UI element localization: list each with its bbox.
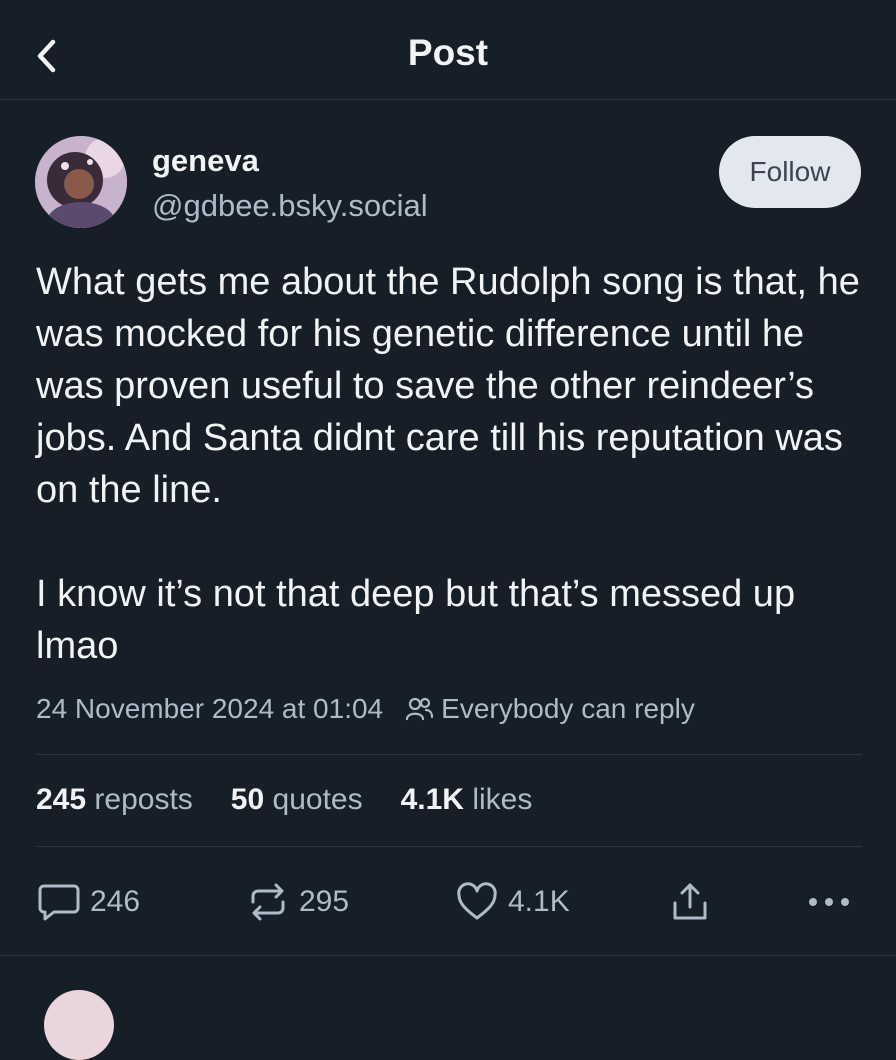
post-meta: 24 November 2024 at 01:04 Everybody can … bbox=[36, 693, 695, 725]
post-paragraph: I know it’s not that deep but that’s mes… bbox=[36, 573, 796, 667]
share-icon bbox=[673, 883, 707, 920]
divider bbox=[36, 754, 862, 755]
people-icon bbox=[405, 696, 434, 722]
likes-stat[interactable]: 4.1K likes bbox=[401, 783, 533, 817]
avatar-image bbox=[35, 136, 127, 228]
like-count: 4.1K bbox=[508, 885, 570, 918]
author-handle[interactable]: @gdbee.bsky.social bbox=[152, 188, 428, 224]
more-button[interactable] bbox=[807, 876, 851, 928]
page-title: Post bbox=[407, 32, 489, 73]
reply-icon bbox=[38, 884, 80, 921]
reply-setting[interactable]: Everybody can reply bbox=[441, 693, 695, 725]
more-icon bbox=[809, 898, 849, 906]
reposts-stat[interactable]: 245 reposts bbox=[36, 783, 193, 817]
author-display-name[interactable]: geneva bbox=[152, 143, 259, 179]
like-button[interactable]: 4.1K bbox=[456, 876, 570, 928]
post-paragraph: What gets me about the Rudolph song is t… bbox=[36, 261, 860, 511]
engagement-stats: 245 reposts 50 quotes 4.1K likes bbox=[36, 783, 570, 817]
like-icon bbox=[457, 882, 497, 920]
post-timestamp: 24 November 2024 at 01:04 bbox=[36, 693, 384, 724]
share-button[interactable] bbox=[670, 876, 710, 928]
repost-button[interactable]: 295 bbox=[247, 876, 349, 928]
reposts-label: reposts bbox=[94, 783, 193, 816]
quotes-label: quotes bbox=[272, 783, 363, 816]
quotes-stat[interactable]: 50 quotes bbox=[231, 783, 363, 817]
follow-button[interactable]: Follow bbox=[719, 136, 861, 208]
likes-count: 4.1K bbox=[400, 783, 464, 816]
reposts-count: 245 bbox=[36, 783, 87, 816]
action-bar: 246 295 4.1K bbox=[0, 876, 896, 928]
reply-button[interactable]: 246 bbox=[38, 876, 140, 928]
avatar[interactable] bbox=[35, 136, 127, 228]
divider bbox=[36, 846, 862, 847]
post-body: What gets me about the Rudolph song is t… bbox=[36, 256, 876, 672]
likes-label: likes bbox=[472, 783, 533, 816]
repost-icon bbox=[251, 883, 285, 921]
divider bbox=[0, 955, 896, 956]
quotes-count: 50 bbox=[230, 783, 265, 816]
repost-count: 295 bbox=[299, 885, 350, 918]
avatar[interactable] bbox=[44, 990, 114, 1060]
top-bar: Post bbox=[0, 0, 896, 100]
reply-count: 246 bbox=[90, 885, 141, 918]
